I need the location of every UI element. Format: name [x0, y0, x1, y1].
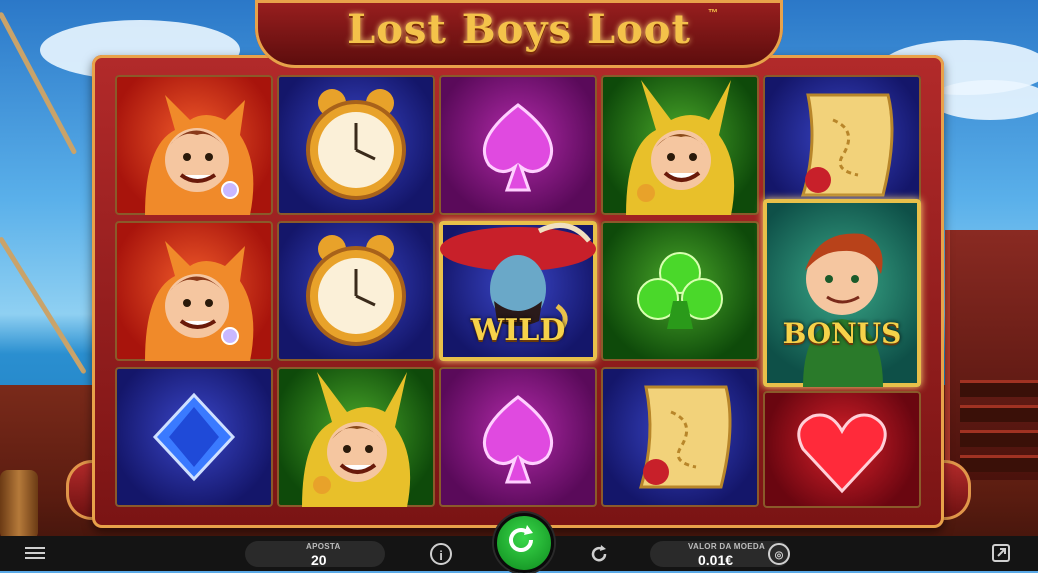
green-club-icon [637, 252, 723, 329]
bet-value: 20 [311, 552, 327, 568]
stair-step [960, 405, 1038, 422]
lost-boy-fox-icon [145, 95, 254, 215]
lost-boy-fox-icon [145, 241, 254, 361]
refresh-icon [509, 525, 533, 552]
alarm-clock-icon [306, 89, 406, 200]
symbol-alarm-clock [277, 221, 435, 361]
symbol-purple-spade [439, 367, 597, 507]
symbol-lost-boy-rabbit [277, 367, 435, 507]
symbol-purple-spade [439, 75, 597, 215]
reel-grid: WILD BONUS [115, 75, 923, 508]
coin-value-label: VALOR DA MOEDA [688, 542, 766, 551]
bet-label: APOSTA [306, 542, 341, 551]
menu-icon[interactable] [25, 545, 45, 561]
autoplay-icon[interactable] [588, 543, 610, 565]
purple-spade-icon [483, 395, 553, 484]
symbol-lost-boy-fox [115, 75, 273, 215]
barrel [0, 470, 38, 540]
treasure-map-icon [638, 385, 732, 489]
symbol-lost-boy-rabbit [601, 75, 759, 215]
coin-value: 0.01€ [698, 552, 734, 568]
symbol-blue-diamond [115, 367, 273, 507]
fullscreen-icon[interactable] [992, 544, 1010, 562]
symbol-alarm-clock [277, 75, 435, 215]
rope [0, 236, 87, 375]
symbol-lost-boy-fox [115, 221, 273, 361]
trademark-mark: ™ [708, 8, 718, 19]
symbol-green-club [601, 221, 759, 361]
wild-label: WILD [470, 313, 566, 348]
symbol-treasure-map [763, 75, 921, 215]
cloud [930, 80, 1038, 120]
spin-button[interactable] [494, 513, 554, 573]
stair-step [960, 380, 1038, 397]
peter-pan-icon [803, 233, 883, 387]
stair-step [960, 455, 1038, 472]
stair-step [960, 430, 1038, 447]
symbol-captain-hook-wild: WILD [439, 221, 597, 361]
coins-icon[interactable]: ◎ [768, 543, 790, 565]
purple-spade-icon [483, 103, 553, 192]
game-logo: Lost Boys Loot [347, 6, 691, 53]
lost-boy-rabbit-icon [626, 80, 735, 215]
symbol-treasure-map [601, 367, 759, 507]
info-icon[interactable]: i [430, 543, 452, 565]
blue-diamond-icon [152, 392, 236, 482]
symbol-peter-pan-bonus: BONUS [763, 199, 921, 387]
bonus-label: BONUS [782, 317, 902, 350]
treasure-map-icon [800, 93, 894, 197]
red-heart-icon [797, 413, 887, 494]
alarm-clock-icon [306, 235, 406, 346]
lost-boy-rabbit-icon [302, 372, 411, 507]
symbol-red-heart [763, 391, 921, 508]
